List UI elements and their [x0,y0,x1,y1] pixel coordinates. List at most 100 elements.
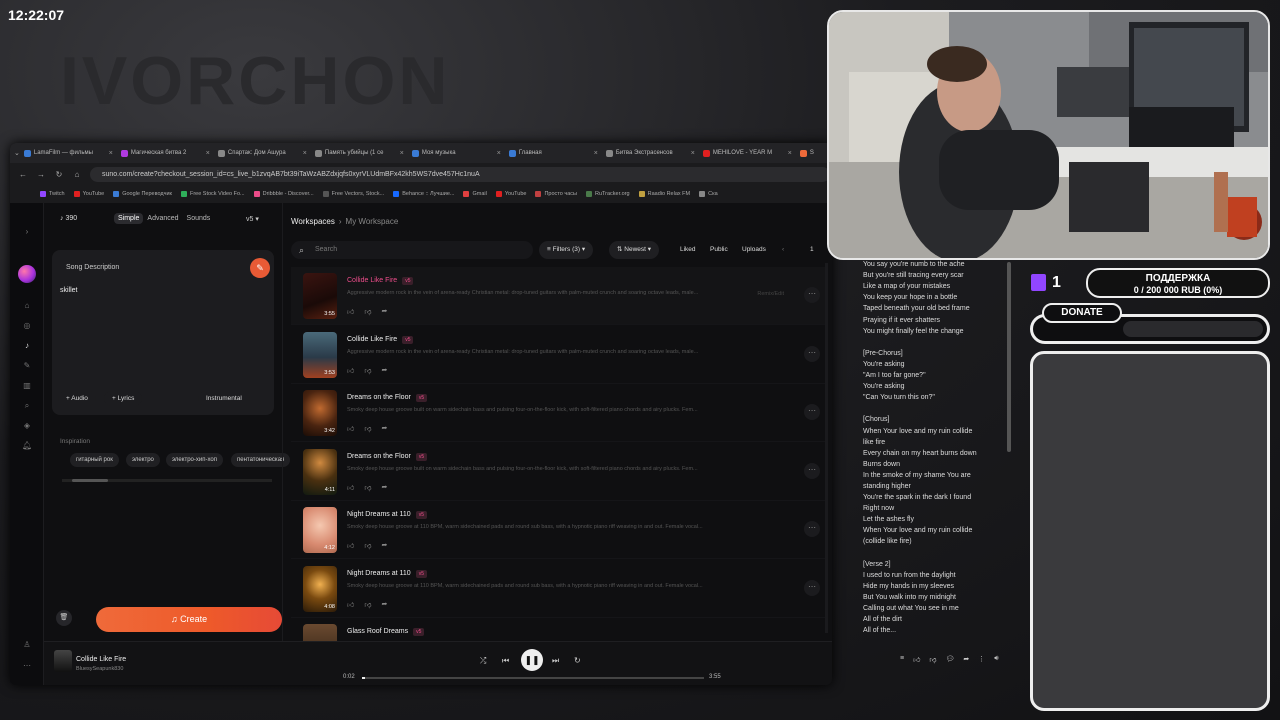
dislike-icon[interactable]: 👎︎ [364,600,371,609]
instrumental-toggle[interactable]: Instrumental [198,391,250,406]
like-icon[interactable]: 👍︎ [347,541,354,550]
public-filter[interactable]: Public [710,246,728,253]
next-icon[interactable]: ⏭︎ [552,656,559,666]
bookmark-item[interactable]: Twitch [40,191,65,197]
inspiration-tag[interactable]: гитарный рок [70,453,119,467]
prev-page-icon[interactable]: ‹ [782,246,784,253]
bookmark-item[interactable]: Просто часы [535,191,577,197]
mode-sounds[interactable]: Sounds [183,213,215,224]
notifications-icon[interactable]: 🔔︎ [22,441,32,451]
comment-icon[interactable]: 💬︎ [946,655,955,664]
more-options-icon[interactable]: ⋯ [804,345,820,362]
bookmark-item[interactable]: Free Vectors, Stock... [322,191,384,197]
song-row[interactable]: 4:12 Night Dreams at 110 v5 Smoky deep hous… [291,501,826,559]
remix-edit-label[interactable]: Remix/Edit [757,291,784,297]
tab-close-icon[interactable]: × [594,150,598,157]
forward-icon[interactable]: → [36,170,46,179]
dislike-icon[interactable]: 👎︎ [364,424,371,433]
tab-close-icon[interactable]: × [400,150,404,157]
browser-tab[interactable]: Главная × [505,145,602,161]
search-nav-icon[interactable]: ⌕ [22,401,32,411]
like-icon[interactable]: 👍︎ [347,424,354,433]
like-icon[interactable]: 👍︎ [913,655,920,664]
now-playing-artist[interactable]: BluesySeapunk830 [76,666,123,672]
tab-close-icon[interactable]: × [691,150,695,157]
volume-icon[interactable]: 🔊︎ [994,655,998,664]
browser-tab[interactable]: Память убийцы (1 се × [311,145,408,161]
song-title[interactable]: Dreams on the Floor v5 [347,452,428,461]
mode-simple[interactable]: Simple [114,213,144,224]
song-cover[interactable]: 4:12 [303,507,337,553]
song-cover[interactable]: 3:55 [303,273,337,319]
search-input[interactable]: ⌕ Search [291,241,533,259]
bookmark-item[interactable]: Free Stock Video Fo... [180,191,245,197]
browser-tab[interactable]: LamaFilm — фильмы × [20,145,117,161]
tab-close-icon[interactable]: × [497,150,501,157]
song-row[interactable]: 3:55 Collide Like Fire v5 Aggressive modern… [291,267,826,325]
like-icon[interactable]: 👍︎ [347,366,354,375]
song-row[interactable]: 3:42 Dreams on the Floor v5 Smoky deep hous… [291,384,826,442]
share-icon[interactable]: ➦ [381,600,387,609]
browser-tab[interactable]: Магическая битва 2 × [117,145,214,161]
song-title[interactable]: Night Dreams at 110 v5 [347,511,427,519]
previous-icon[interactable]: ⏮︎ [502,656,509,666]
more-options-icon[interactable]: ⋯ [804,521,820,537]
dislike-icon[interactable]: 👎︎ [364,483,371,492]
share-icon[interactable]: ➦ [381,541,387,550]
now-playing-title[interactable]: Collide Like Fire [76,656,126,663]
song-row[interactable]: 4:08 Night Dreams at 110 v5 Smoky deep hous… [291,560,826,618]
version-select[interactable]: v5 ▾ [246,215,259,223]
home-icon[interactable]: ⌂ [72,170,82,179]
more-nav-icon[interactable]: ⋯ [22,661,32,671]
song-row[interactable]: 3:53 Collide Like Fire v5 Aggressive modern… [291,326,826,384]
tab-close-icon[interactable]: × [788,150,792,157]
dislike-icon[interactable]: 👎︎ [364,366,371,375]
seek-bar[interactable] [362,677,704,679]
dislike-icon[interactable]: 👎︎ [929,655,936,664]
library-nav-icon[interactable]: ▥ [22,381,32,391]
repeat-icon[interactable]: ↻ [574,656,581,665]
profile-icon[interactable]: ♙ [22,640,32,650]
filters-button[interactable]: ≡ Filters (3) ▾ [539,241,594,259]
browser-tab[interactable]: MEHILOVE - YEAR M × [699,145,796,161]
bookmark-item[interactable]: Raadio Relax FM [638,191,690,197]
browser-tab[interactable]: Спартак: Дом Ашура × [214,145,311,161]
breadcrumb-root[interactable]: Workspaces [291,217,335,226]
expand-icon[interactable]: › [22,227,32,237]
share-icon[interactable]: ➦ [381,307,387,316]
inspire-wand-icon[interactable]: ✎ [250,258,270,278]
clear-trash-icon[interactable]: 🗑︎ [56,610,72,626]
shuffle-icon[interactable]: ⤮ [480,656,486,666]
like-icon[interactable]: 👍︎ [347,600,354,609]
uploads-filter[interactable]: Uploads [742,246,766,253]
suno-logo[interactable] [18,265,36,283]
create-nav-icon[interactable]: ♪ [22,341,32,351]
explore-nav-icon[interactable]: ◎ [22,321,32,331]
more-options-icon[interactable]: ⋯ [804,287,820,303]
inspiration-tag[interactable]: электро-хип-хоп [166,453,223,467]
song-title[interactable]: Night Dreams at 110 v5 [347,569,427,578]
song-title[interactable]: Collide Like Fire v5 [347,277,414,285]
bookmark-item[interactable]: Ска [699,191,718,197]
hooks-nav-icon[interactable]: ◈ [22,421,32,431]
reload-icon[interactable]: ↻ [54,170,64,179]
dislike-icon[interactable]: 👎︎ [364,541,371,550]
song-cover[interactable]: 3:53 [303,331,337,378]
tab-close-icon[interactable]: × [206,150,210,157]
like-icon[interactable]: 👍︎ [347,483,354,492]
liked-filter[interactable]: Liked [680,246,696,253]
studio-nav-icon[interactable]: ✎ [22,361,32,371]
tab-close-icon[interactable]: × [303,150,307,157]
now-playing-cover[interactable] [54,650,72,672]
bookmark-item[interactable]: Google Переводчик [113,191,172,197]
song-row[interactable]: 4:11 Dreams on the Floor v5 Smoky deep hous… [291,443,826,501]
back-icon[interactable]: ← [18,170,28,179]
song-description-input[interactable]: skillet [60,287,78,294]
dislike-icon[interactable]: 👎︎ [364,307,371,316]
more-options-icon[interactable]: ⋯ [804,404,820,420]
bookmark-item[interactable]: Gmail [463,191,487,197]
url-field[interactable]: suno.com/create?checkout_session_id=cs_l… [90,166,830,182]
bookmark-item[interactable]: RuTracker.org [585,191,630,197]
add-audio-button[interactable]: + Audio [58,391,96,406]
like-icon[interactable]: 👍︎ [347,307,354,316]
